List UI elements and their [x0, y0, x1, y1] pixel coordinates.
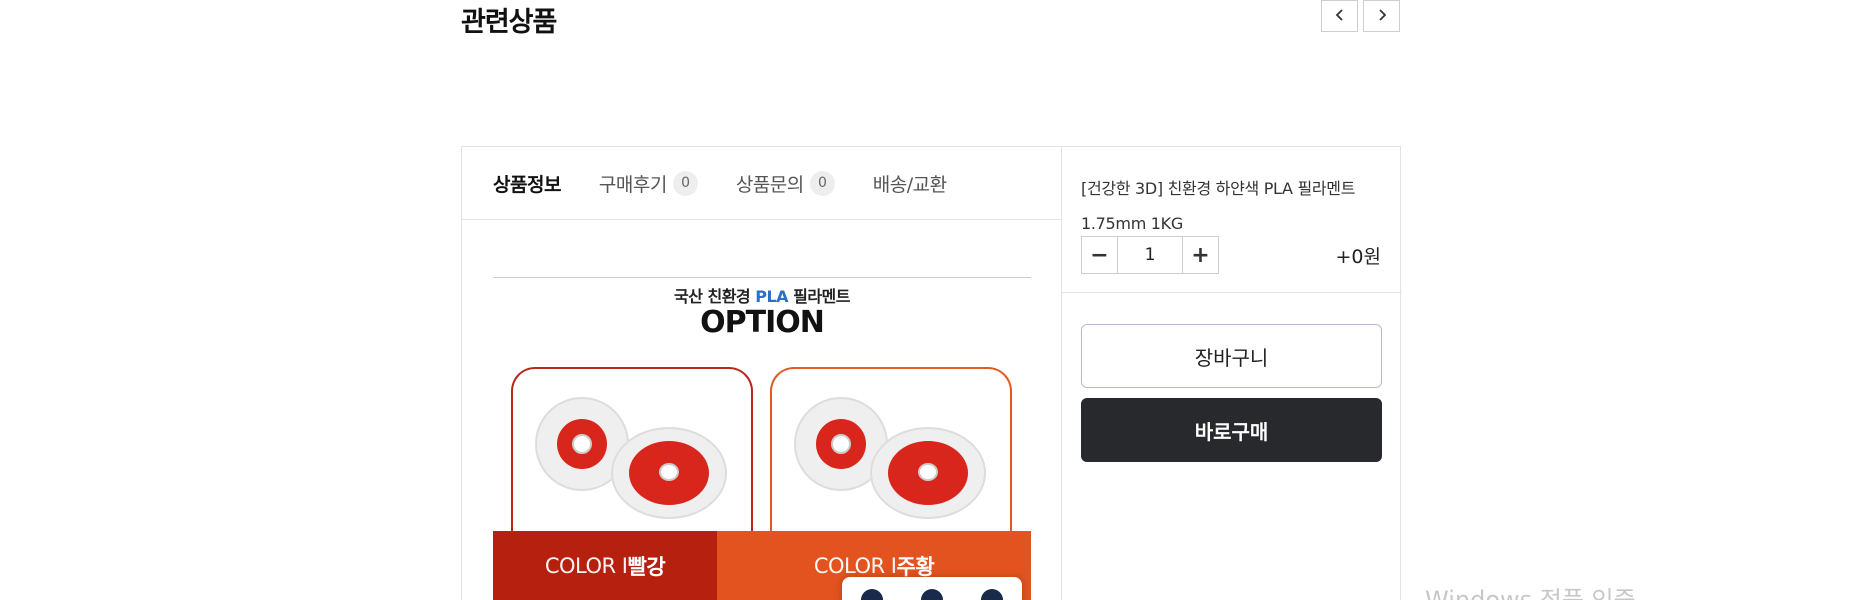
quantity-input[interactable]: 1 [1118, 236, 1182, 274]
qna-count-badge: 0 [809, 170, 835, 196]
tab-label: 구매후기 [598, 173, 667, 196]
buy-now-button[interactable]: 바로구매 [1081, 398, 1382, 462]
quantity-decrease-button[interactable]: − [1081, 236, 1118, 274]
tab-label: 상품문의 [735, 173, 804, 196]
quantity-row: − 1 + +0원 [1081, 236, 1381, 274]
chevron-right-icon [1376, 7, 1388, 26]
purchase-panel: [건강한 3D] 친환경 하얀색 PLA 필라멘트 1.75mm 1KG − 1… [1062, 147, 1402, 600]
windows-activation-watermark: Windows 정품 인증 [1425, 586, 1636, 600]
product-detail-section: 상품정보 구매후기 0 상품문의 0 배송/교환 국산 친환경 PLA 필라멘트… [461, 146, 1402, 600]
tab-label: 배송/교환 [872, 173, 947, 196]
carousel-next-button[interactable] [1363, 0, 1400, 32]
tab-reviews[interactable]: 구매후기 0 [599, 170, 698, 197]
spool-hole [572, 434, 592, 454]
quick-menu-icon[interactable] [981, 589, 1003, 600]
tab-qna[interactable]: 상품문의 0 [736, 170, 835, 197]
related-carousel-nav [1321, 0, 1400, 32]
quantity-increase-button[interactable]: + [1182, 236, 1219, 274]
spool-hole [918, 463, 938, 481]
related-products-title: 관련상품 [461, 7, 557, 38]
tab-shipping[interactable]: 배송/교환 [873, 170, 947, 197]
spool-hole [659, 463, 679, 481]
tab-product-info[interactable]: 상품정보 [493, 170, 561, 197]
chevron-left-icon [1334, 7, 1346, 26]
tab-label: 상품정보 [493, 173, 561, 196]
review-count-badge: 0 [672, 170, 698, 196]
product-detail-image: 국산 친환경 PLA 필라멘트 OPTION COLOR I 빨강 COLOR … [493, 277, 1031, 600]
product-info-column: 상품정보 구매후기 0 상품문의 0 배송/교환 국산 친환경 PLA 필라멘트… [462, 147, 1062, 600]
product-tabs: 상품정보 구매후기 0 상품문의 0 배송/교환 [462, 147, 1062, 220]
carousel-prev-button[interactable] [1321, 0, 1358, 32]
option-price: +0원 [1335, 245, 1382, 268]
panel-divider [1062, 292, 1402, 293]
image-subtitle: 국산 친환경 PLA 필라멘트 [673, 287, 851, 306]
image-divider [493, 277, 1031, 278]
image-heading: OPTION [700, 305, 825, 340]
minus-icon: − [1090, 242, 1109, 268]
quick-menu-icon[interactable] [861, 589, 883, 600]
spool-hole [831, 434, 851, 454]
color-band-red: COLOR I 빨강 [493, 531, 717, 600]
plus-icon: + [1191, 242, 1210, 268]
add-to-cart-button[interactable]: 장바구니 [1081, 324, 1382, 388]
floating-quick-menu [842, 577, 1022, 600]
quick-menu-icon[interactable] [921, 589, 943, 600]
selected-product-name: [건강한 3D] 친환경 하얀색 PLA 필라멘트 1.75mm 1KG [1081, 179, 1356, 233]
